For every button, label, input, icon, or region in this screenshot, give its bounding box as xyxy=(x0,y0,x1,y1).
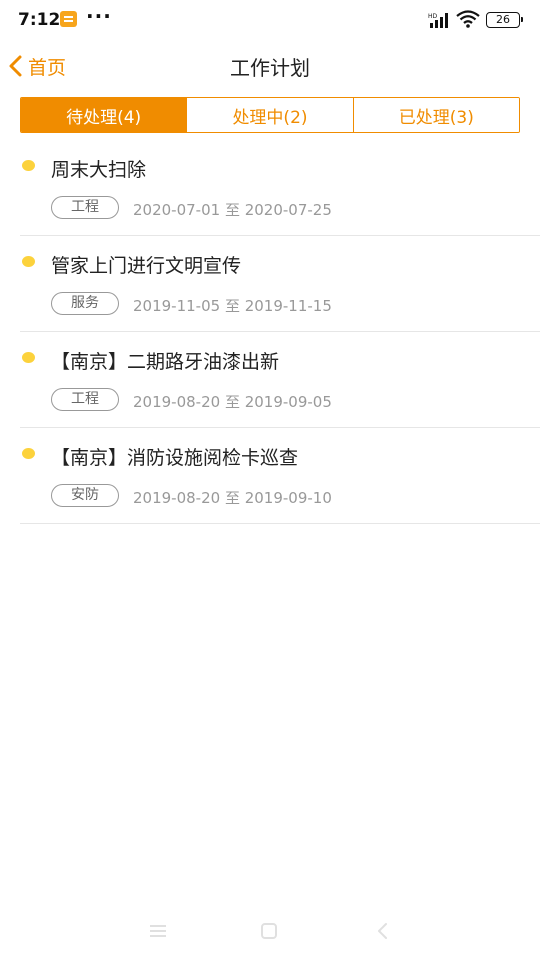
task-category-tag: 工程 xyxy=(51,388,119,411)
list-item[interactable]: 【南京】二期路牙油漆出新 工程 2019-08-20 至 2019-09-05 xyxy=(20,332,540,428)
more-notifications-icon: ··· xyxy=(86,4,112,28)
status-bar: 7:12 ··· HD 26 xyxy=(0,0,540,40)
task-title: 周末大扫除 xyxy=(51,159,147,181)
task-date-range: 2019-08-20 至 2019-09-10 xyxy=(133,489,332,507)
header: 首页 工作计划 xyxy=(0,40,540,92)
page-title: 工作计划 xyxy=(230,56,310,80)
tab-done[interactable]: 已处理(3) xyxy=(352,98,519,132)
task-title: 【南京】消防设施阅检卡巡查 xyxy=(51,447,299,469)
bullet-dot-icon xyxy=(22,448,35,459)
signal-hd-label: HD xyxy=(428,13,438,20)
home-square-icon[interactable] xyxy=(261,923,277,939)
list-item[interactable]: 周末大扫除 工程 2020-07-01 至 2020-07-25 xyxy=(20,140,540,236)
tab-in-progress[interactable]: 处理中(2) xyxy=(186,98,353,132)
task-date-range: 2020-07-01 至 2020-07-25 xyxy=(133,201,332,219)
task-date-range: 2019-11-05 至 2019-11-15 xyxy=(133,297,332,315)
task-category-tag: 安防 xyxy=(51,484,119,507)
wifi-icon xyxy=(456,10,480,28)
list-item[interactable]: 管家上门进行文明宣传 服务 2019-11-05 至 2019-11-15 xyxy=(20,236,540,332)
task-title: 管家上门进行文明宣传 xyxy=(51,255,242,277)
notification-app-icon xyxy=(60,11,77,27)
system-nav-bar xyxy=(0,900,540,960)
bullet-dot-icon xyxy=(22,160,35,171)
battery-icon: 26 xyxy=(486,12,523,28)
task-list: 周末大扫除 工程 2020-07-01 至 2020-07-25 管家上门进行文… xyxy=(0,140,540,524)
menu-icon[interactable] xyxy=(150,924,166,938)
list-item[interactable]: 【南京】消防设施阅检卡巡查 安防 2019-08-20 至 2019-09-10 xyxy=(20,428,540,524)
bullet-dot-icon xyxy=(22,352,35,363)
tab-pending[interactable]: 待处理(4) xyxy=(21,98,187,132)
task-category-tag: 工程 xyxy=(51,196,119,219)
status-tabs: 待处理(4) 处理中(2) 已处理(3) xyxy=(20,97,520,133)
task-date-range: 2019-08-20 至 2019-09-05 xyxy=(133,393,332,411)
task-category-tag: 服务 xyxy=(51,292,119,315)
bullet-dot-icon xyxy=(22,256,35,267)
nav-back-chevron-icon[interactable] xyxy=(376,922,388,940)
signal-icon: HD xyxy=(428,13,448,28)
status-time: 7:12 xyxy=(18,10,61,30)
task-title: 【南京】二期路牙油漆出新 xyxy=(51,351,280,373)
